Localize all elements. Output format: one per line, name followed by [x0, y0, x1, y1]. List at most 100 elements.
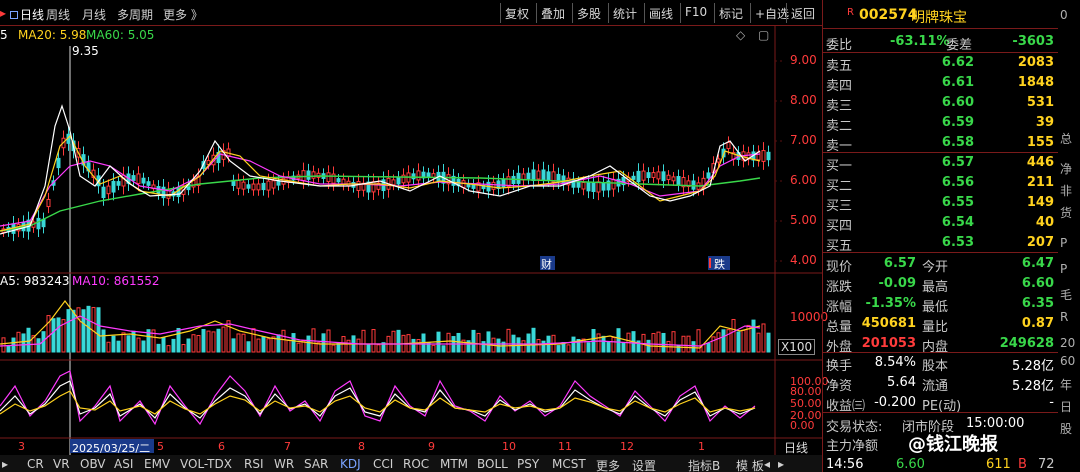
indicator-vr[interactable]: VR — [53, 457, 70, 471]
stock-code: 002574 — [859, 7, 918, 23]
indicator-asi[interactable]: ASI — [114, 457, 133, 471]
indicator-more[interactable]: 更多 — [596, 457, 620, 472]
indicator-settings[interactable]: 设置 — [632, 457, 656, 472]
buy-row[interactable]: 买四 6.54 40 — [826, 213, 1054, 234]
tab-daily[interactable]: 日线 — [10, 6, 44, 23]
stat-row: 外盘 201053 内盘 249628 — [826, 334, 1054, 355]
tab-multi-period[interactable]: 多周期 — [117, 6, 153, 23]
volume-bar — [741, 329, 746, 353]
stat-key: 最低 — [922, 300, 949, 315]
tab-more[interactable]: 更多 》 — [163, 6, 203, 23]
back-button[interactable]: 返回 — [786, 3, 819, 23]
sell-row[interactable]: 卖五 6.62 2083 — [826, 53, 1054, 74]
volume-bar — [526, 333, 531, 353]
volume-bar — [71, 309, 76, 353]
volume-bar — [276, 334, 281, 353]
candle-body — [656, 171, 661, 180]
indicator-wr[interactable]: WR — [274, 457, 294, 471]
candle-body — [531, 169, 536, 182]
buy-volume: 207 — [1026, 235, 1054, 250]
volume-bar — [761, 323, 766, 353]
period-label[interactable]: 日线 — [784, 439, 808, 456]
stat-value: -0.09 — [878, 276, 916, 291]
buy-row[interactable]: 买二 6.56 211 — [826, 173, 1054, 194]
volume-bar — [346, 339, 351, 353]
candle-body — [101, 186, 106, 199]
volume-bar — [336, 342, 341, 353]
volume-bar — [256, 338, 261, 353]
statistics-button[interactable]: 统计 — [608, 3, 641, 23]
indicator-mtm[interactable]: MTM — [440, 457, 468, 471]
buy-price: 6.54 — [941, 215, 974, 230]
stat-key: 今开 — [922, 260, 949, 275]
indicator-kdj[interactable]: KDJ — [340, 457, 361, 471]
sell-price: 6.58 — [941, 135, 974, 150]
multi-stock-button[interactable]: 多股 — [572, 3, 605, 23]
volume-bar — [251, 328, 256, 353]
volume-bar — [211, 331, 216, 353]
candle-body — [141, 177, 146, 184]
sell-volume: 1848 — [1017, 75, 1054, 90]
indicator-emv[interactable]: EMV — [144, 457, 170, 471]
buy-row[interactable]: 买五 6.53 207 — [826, 233, 1054, 254]
sell-volume: 39 — [1035, 115, 1054, 130]
candle-body — [136, 173, 141, 184]
sell-row[interactable]: 卖一 6.58 155 — [826, 133, 1054, 154]
volume-bar — [116, 340, 121, 353]
stat-value: 6.57 — [883, 256, 916, 271]
indicator-psy[interactable]: PSY — [517, 457, 539, 471]
volume-bar — [566, 344, 571, 353]
drop-event-tag[interactable]: 跌 — [714, 256, 725, 272]
stat-key: 最高 — [922, 280, 949, 295]
volume-bar — [76, 307, 81, 353]
volume-bar — [216, 328, 221, 353]
buy-row[interactable]: 买一 6.57 446 — [826, 153, 1054, 174]
indicator-roc[interactable]: ROC — [403, 457, 429, 471]
indicator-cr[interactable]: CR — [27, 457, 44, 471]
indicator-rsi[interactable]: RSI — [244, 457, 264, 471]
draw-line-button[interactable]: 画线 — [644, 3, 677, 23]
indicator-vol-tdx[interactable]: VOL-TDX — [180, 457, 232, 471]
buy-volume: 211 — [1026, 175, 1054, 190]
vol-ma5-legend: A5: 983243 — [0, 274, 70, 288]
sell-row[interactable]: 卖二 6.59 39 — [826, 113, 1054, 134]
stat-value: 6.47 — [1021, 256, 1054, 271]
indicator-cci[interactable]: CCI — [373, 457, 393, 471]
candle-body — [536, 170, 541, 180]
candle-body — [586, 181, 591, 192]
sell-row[interactable]: 卖三 6.60 531 — [826, 93, 1054, 114]
volume-bar — [171, 338, 176, 353]
kline-chart-area[interactable]: 5 MA20: 5.98 MA60: 5.05 ◇ ▢ 9.35 9.00 8.… — [0, 26, 829, 462]
volume-bar — [106, 341, 111, 353]
fuquan-button[interactable]: 复权 — [500, 3, 533, 23]
overlay-button[interactable]: 叠加 — [536, 3, 569, 23]
indicator-obv[interactable]: OBV — [80, 457, 106, 471]
scroll-left-icon[interactable]: ◂ — [764, 457, 770, 471]
candle-body — [401, 174, 406, 184]
stat-value: 5.28亿 — [1012, 379, 1054, 394]
stat-value: -0.200 — [874, 395, 916, 410]
tab-monthly[interactable]: 月线 — [82, 6, 106, 23]
candle-body — [161, 186, 166, 199]
tab-weekly[interactable]: 周线 — [46, 6, 70, 23]
finance-event-tag[interactable]: 财 — [541, 256, 552, 272]
sell-row[interactable]: 卖四 6.61 1848 — [826, 73, 1054, 94]
candle-body — [601, 182, 606, 191]
volume-bar — [101, 329, 106, 353]
indicator-arrow-icon[interactable]: ▸ — [2, 457, 8, 471]
f10-button[interactable]: F10 — [680, 3, 711, 23]
scroll-right-icon[interactable]: ▸ — [778, 457, 784, 471]
indicator-mcst[interactable]: MCST — [552, 457, 586, 471]
buy-row[interactable]: 买三 6.55 149 — [826, 193, 1054, 214]
stat2-row: 换手 8.54% 股本 5.28亿 — [826, 353, 1054, 374]
indicator-sar[interactable]: SAR — [304, 457, 328, 471]
indicator-boll[interactable]: BOLL — [477, 457, 508, 471]
mark-button[interactable]: 标记 — [714, 3, 747, 23]
indicator-b-button[interactable]: 指标B — [688, 457, 720, 472]
template-button[interactable]: 模 板 — [736, 457, 764, 472]
candle-body — [576, 181, 581, 188]
edge-char: 货 — [1060, 206, 1073, 220]
candle-body — [326, 172, 331, 183]
kline-svg — [0, 26, 822, 462]
stat-value: - — [1049, 395, 1054, 410]
